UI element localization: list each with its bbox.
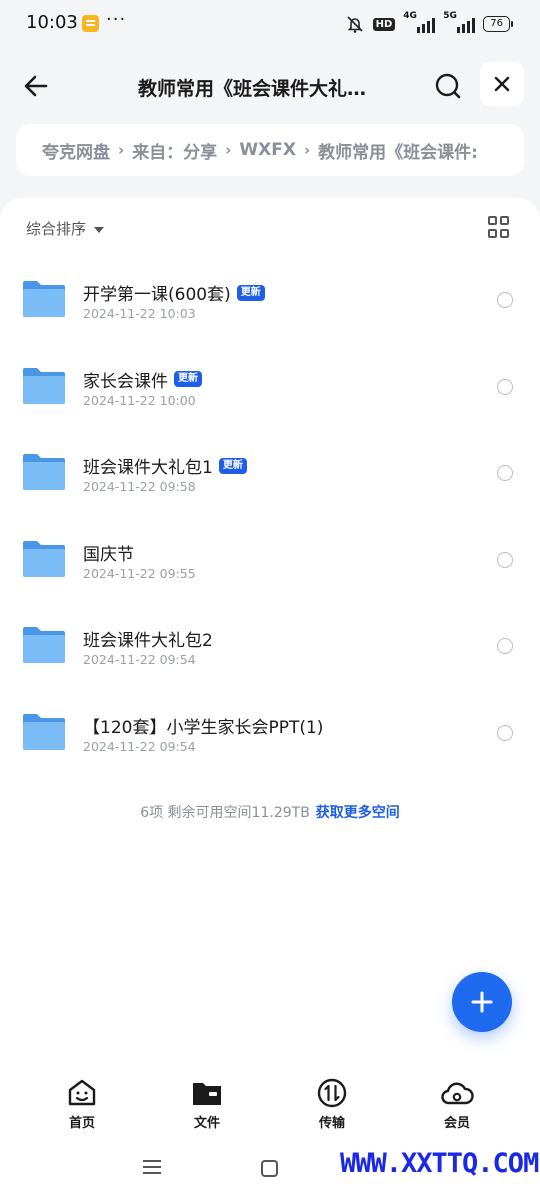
file-name-line: 开学第一课(600套) 更新 xyxy=(83,280,265,305)
nav-home-label: 首页 xyxy=(68,1116,95,1131)
nav-member[interactable]: 会员 xyxy=(417,1076,497,1131)
nav-files[interactable]: 文件 xyxy=(167,1076,247,1131)
storage-text: 6项 剩余可用空间11.29TB xyxy=(140,805,310,821)
update-badge: 更新 xyxy=(236,284,265,301)
breadcrumb-item-share[interactable]: 来自：分享 xyxy=(132,138,217,163)
select-radio[interactable] xyxy=(497,465,513,482)
nav-home[interactable]: 首页 xyxy=(42,1076,122,1131)
watermark-text: WWW.XXTTQ.COM xyxy=(340,1148,539,1179)
search-icon[interactable] xyxy=(430,68,466,104)
file-name-line: 国庆节 xyxy=(83,540,134,565)
folder-icon xyxy=(23,540,65,577)
folder-filled-icon xyxy=(193,1083,221,1105)
breadcrumb-item-wxfx[interactable]: WXFX xyxy=(239,140,296,160)
file-name: 【120套】小学生家长会PPT(1) xyxy=(83,717,324,738)
storage-summary: 6项 剩余可用空间11.29TB 获取更多空间 xyxy=(0,802,540,822)
sort-label: 综合排序 xyxy=(26,220,87,238)
file-date: 2024-11-22 10:00 xyxy=(83,392,196,408)
add-button[interactable] xyxy=(452,972,512,1032)
signal-4g-icon: 4G xyxy=(403,11,436,33)
muted-bell-icon xyxy=(347,16,363,33)
file-list-panel: 综合排序 开学第一课(600套) 更新 2024-11-22 10:03 家长会课件更… xyxy=(0,198,540,1058)
file-name: 开学第一课(600套) xyxy=(83,285,231,305)
file-row[interactable]: 家长会课件 更新 2024-11-22 10:00 xyxy=(0,345,540,432)
grid-view-icon[interactable] xyxy=(488,216,510,238)
plus-icon xyxy=(471,991,493,1013)
select-radio[interactable] xyxy=(497,551,513,568)
system-navigation-bar: WWW.XXTTQ.COM xyxy=(0,1138,540,1200)
chevron-right-icon: › xyxy=(118,141,125,159)
file-date: 2024-11-22 09:54 xyxy=(83,738,196,754)
file-date: 2024-11-22 09:54 xyxy=(83,652,196,668)
file-list: 开学第一课(600套) 更新 2024-11-22 10:03 家长会课件 更新 2024… xyxy=(0,258,540,778)
notes-app-icon xyxy=(82,15,99,32)
breadcrumb-item-root[interactable]: 夸克网盘 xyxy=(42,138,110,163)
file-name: 国庆节 xyxy=(83,544,134,565)
select-radio[interactable] xyxy=(497,638,513,655)
battery-indicator: 76 xyxy=(483,16,513,32)
hd-voice-badge: HD xyxy=(372,17,396,31)
cloud-member-icon xyxy=(441,1082,474,1105)
caret-down-icon xyxy=(94,226,105,233)
file-row[interactable]: 班会课件大礼包1 更新 2024-11-22 09:58 xyxy=(0,431,540,518)
more-notifications-icon: ··· xyxy=(106,9,127,30)
file-name-line: 班会课件大礼包2 xyxy=(83,626,213,651)
nav-transfer[interactable]: 传输 xyxy=(292,1076,372,1131)
home-smile-icon xyxy=(68,1079,96,1106)
folder-icon xyxy=(23,281,65,317)
back-arrow-icon[interactable] xyxy=(18,68,54,104)
status-time: 10:03 xyxy=(26,12,78,33)
file-row[interactable]: 国庆节 2024-11-22 09:55 xyxy=(0,518,540,605)
file-date: 2024-11-22 09:58 xyxy=(83,479,196,495)
file-name: 班会课件大礼包1 xyxy=(83,458,213,479)
get-more-space-link[interactable]: 获取更多空间 xyxy=(316,805,400,821)
bottom-navigation: 首页 文件 传输 会员 xyxy=(0,1058,540,1138)
nav-transfer-label: 传输 xyxy=(318,1116,345,1131)
file-date: 2024-11-22 09:55 xyxy=(83,565,196,581)
status-bar: 10:03 ··· HD 4G 5G 76 xyxy=(0,0,540,50)
file-name: 家长会课件 xyxy=(83,371,168,392)
nav-files-label: 文件 xyxy=(193,1116,220,1131)
home-square-icon[interactable] xyxy=(261,1160,278,1177)
update-badge: 更新 xyxy=(174,371,202,388)
update-badge: 更新 xyxy=(218,457,247,474)
signal-5g-icon: 5G xyxy=(443,11,476,33)
chevron-right-icon: › xyxy=(303,141,311,159)
file-date: 2024-11-22 10:03 xyxy=(83,306,196,321)
file-name-line: 家长会课件 更新 xyxy=(83,367,202,392)
file-row[interactable]: 开学第一课(600套) 更新 2024-11-22 10:03 xyxy=(0,258,540,345)
folder-icon xyxy=(23,454,65,491)
top-header: 教师常用《班会课件大礼… xyxy=(0,56,540,116)
file-name-line: 【120套】小学生家长会PPT(1) xyxy=(83,713,323,738)
file-name: 班会课件大礼包2 xyxy=(83,631,213,652)
folder-icon xyxy=(23,713,65,750)
file-name-line: 班会课件大礼包1 更新 xyxy=(83,453,247,478)
breadcrumb-item-current[interactable]: 教师常用《班会课件: xyxy=(318,138,478,163)
select-radio[interactable] xyxy=(497,378,513,395)
file-row[interactable]: 班会课件大礼包2 2024-11-22 09:54 xyxy=(0,604,540,691)
file-row[interactable]: 【120套】小学生家长会PPT(1) 2024-11-22 09:54 xyxy=(0,691,540,778)
recent-apps-icon[interactable] xyxy=(143,1160,161,1174)
folder-icon xyxy=(23,367,65,404)
select-radio[interactable] xyxy=(497,292,513,308)
transfer-icon xyxy=(317,1078,347,1108)
folder-icon xyxy=(23,627,65,664)
chevron-right-icon: › xyxy=(225,141,232,159)
close-button[interactable] xyxy=(480,62,524,106)
breadcrumb: 夸克网盘 › 来自：分享 › WXFX › 教师常用《班会课件: xyxy=(16,124,524,176)
nav-member-label: 会员 xyxy=(443,1116,470,1131)
select-radio[interactable] xyxy=(497,724,513,741)
sort-dropdown[interactable]: 综合排序 xyxy=(26,218,105,239)
page-title: 教师常用《班会课件大礼… xyxy=(138,78,367,100)
close-icon xyxy=(494,76,510,92)
